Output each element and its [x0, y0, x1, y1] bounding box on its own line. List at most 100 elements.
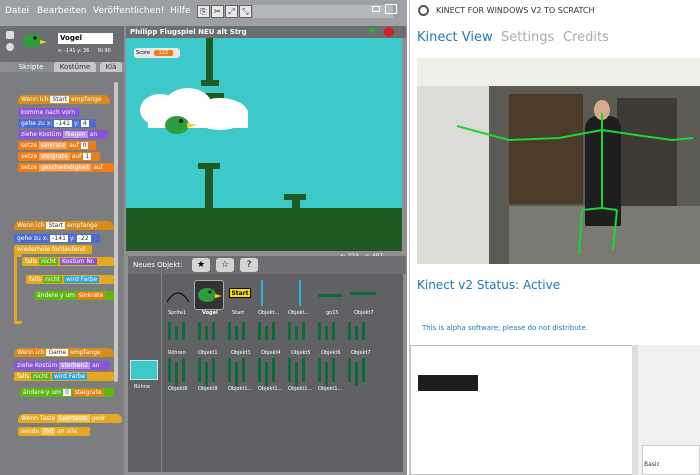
script-block[interactable]: sende Tod an alle	[18, 427, 90, 436]
pipe-sprite-thumbnail[interactable]	[242, 370, 245, 382]
sprite-label: Objekt1...	[288, 386, 313, 392]
tab-sounds[interactable]: Klä	[100, 62, 122, 72]
lock-icon[interactable]	[6, 31, 14, 39]
delete-icon[interactable]: ✂	[211, 5, 224, 18]
sprite-thumbnail-selected[interactable]	[194, 280, 224, 310]
script-block[interactable]: falls nicht wird Farbe	[26, 275, 114, 284]
shrink-icon[interactable]: ⤡	[239, 5, 252, 18]
rotate-icon[interactable]	[6, 43, 14, 51]
new-sprite-label: Neues Objekt:	[133, 261, 183, 269]
script-block[interactable]: wiederhole fortlaufend	[14, 245, 92, 254]
bird-icon[interactable]	[164, 114, 200, 136]
stage-thumbnail[interactable]	[130, 360, 158, 380]
start-sprite-thumbnail[interactable]: Start	[229, 288, 251, 298]
sprite-label: Start	[232, 310, 245, 316]
paint-sprite-icon[interactable]: ★	[192, 258, 210, 272]
sprite-list[interactable]: Bühne Start Sprite1 Vogel Start Objekt..…	[128, 274, 403, 472]
tab-costumes[interactable]: Kostüme	[54, 62, 96, 72]
stage-full-icon[interactable]	[385, 4, 397, 14]
script-block[interactable]: ändere y um 0 steigrate	[20, 388, 114, 397]
pipe-sprite-thumbnail[interactable]	[168, 370, 171, 382]
pipe-sprite-thumbnail[interactable]	[288, 322, 291, 340]
script-block[interactable]: gehe zu x: -141 y: -22	[14, 234, 100, 243]
stage-size-icon[interactable]	[372, 6, 380, 12]
pipe-sprite-thumbnail[interactable]	[228, 370, 231, 382]
sprite-thumbnail[interactable]	[165, 282, 191, 306]
pipe-sprite-thumbnail[interactable]	[272, 370, 275, 382]
tab-scripts[interactable]: Skripte	[14, 62, 48, 72]
menu-help[interactable]: Hilfe	[170, 6, 190, 16]
script-block[interactable]: gehe zu x: -141 y: 4	[18, 119, 96, 128]
script-block[interactable]: Wenn ich Start empfange	[18, 95, 110, 104]
script-block[interactable]: ziehe Kostüm fliegen an	[18, 130, 108, 139]
script-block[interactable]: Wenn ich Start empfange	[14, 221, 114, 230]
script-block[interactable]: ändere y um sinkrate	[34, 291, 114, 300]
pipe-sprite-thumbnail[interactable]	[175, 374, 178, 386]
pipe-sprite-thumbnail[interactable]	[212, 322, 215, 340]
pipe-sprite-thumbnail[interactable]	[355, 326, 358, 340]
random-sprite-icon[interactable]: ?	[240, 258, 258, 272]
menu-edit[interactable]: Bearbeiten	[37, 6, 86, 16]
pipe-sprite-thumbnail[interactable]	[332, 322, 335, 340]
script-block[interactable]: setze sinkrate auf 0	[18, 141, 96, 150]
pipe-sprite-thumbnail[interactable]	[168, 322, 171, 340]
pipe-sprite-thumbnail[interactable]	[265, 374, 268, 386]
pipe-sprite-thumbnail[interactable]	[205, 326, 208, 340]
grow-icon[interactable]: ⤢	[225, 5, 238, 18]
pipe-sprite-thumbnail[interactable]	[175, 326, 178, 340]
tab-kinect-view[interactable]: Kinect View	[417, 30, 493, 45]
sprite-name-field[interactable]: Vogel	[58, 33, 113, 44]
scrollbar[interactable]	[632, 345, 638, 475]
pipe-sprite-thumbnail[interactable]	[235, 374, 238, 386]
pipe-sprite-thumbnail[interactable]	[235, 326, 238, 340]
pipe-sprite-thumbnail[interactable]	[325, 326, 328, 340]
script-block[interactable]: setze geschwindigkeit auf	[18, 163, 114, 172]
pipe-sprite-thumbnail[interactable]	[318, 322, 321, 340]
tab-credits[interactable]: Credits	[563, 30, 609, 45]
script-block[interactable]: Wenn ich Game empfange	[14, 348, 114, 357]
pipe-sprite-thumbnail[interactable]	[258, 322, 261, 340]
scripts-scrollbar[interactable]	[114, 82, 118, 382]
pipe-sprite-thumbnail[interactable]	[295, 326, 298, 340]
pipe-sprite-thumbnail[interactable]	[325, 374, 328, 386]
stage[interactable]: Score 122	[126, 38, 402, 251]
pipe-sprite-thumbnail[interactable]	[228, 322, 231, 340]
pipe-sprite-thumbnail[interactable]	[332, 370, 335, 382]
pipe-sprite-thumbnail[interactable]	[205, 374, 208, 386]
script-block[interactable]: falls nicht wird Farbe	[14, 372, 114, 381]
pipe-sprite-thumbnail[interactable]	[362, 370, 365, 382]
bird-sprite-icon	[198, 288, 222, 302]
stop-icon[interactable]	[384, 27, 394, 37]
pipe-sprite-thumbnail[interactable]	[182, 322, 185, 340]
script-block[interactable]: Wenn Taste Leertaste gedr	[18, 414, 122, 423]
script-block[interactable]: ziehe Kostüm sterben2 an	[14, 361, 110, 370]
script-block[interactable]: setze steigrate auf 1	[18, 152, 100, 161]
pipe-sprite-thumbnail[interactable]	[295, 374, 298, 386]
pipe-sprite-thumbnail[interactable]	[198, 322, 201, 340]
menu-file[interactable]: Datei	[5, 6, 29, 16]
pipe-sprite-thumbnail[interactable]	[318, 370, 321, 382]
alpha-notice: This is alpha software, please do not di…	[422, 324, 589, 332]
pipe-sprite-thumbnail[interactable]	[265, 326, 268, 340]
pipe-sprite-thumbnail[interactable]	[355, 374, 358, 386]
pipe-sprite-thumbnail[interactable]	[302, 370, 305, 382]
pipe-sprite-thumbnail[interactable]	[242, 322, 245, 340]
script-block[interactable]: falls nicht Kostüm Nr.	[22, 257, 114, 266]
menu-share[interactable]: Veröffentlichen!	[93, 6, 164, 16]
pipe-sprite-thumbnail[interactable]	[288, 370, 291, 382]
sprite-label: Objekt1	[198, 350, 218, 356]
pipe-sprite-thumbnail[interactable]	[302, 322, 305, 340]
pipe-sprite-thumbnail[interactable]	[362, 322, 365, 340]
pipe-sprite-thumbnail[interactable]	[182, 370, 185, 382]
pipe-sprite-thumbnail[interactable]	[212, 370, 215, 382]
pipe-sprite-thumbnail[interactable]	[348, 370, 351, 382]
script-block[interactable]: komme nach vorn	[18, 108, 80, 117]
tab-settings[interactable]: Settings	[501, 30, 554, 45]
pipe-sprite-thumbnail[interactable]	[198, 370, 201, 382]
choose-sprite-icon[interactable]: ☆	[216, 258, 234, 272]
pipe-sprite-thumbnail[interactable]	[272, 322, 275, 340]
scripts-area[interactable]: Wenn ich Start empfange komme nach vorn …	[0, 72, 124, 475]
pipe-sprite-thumbnail[interactable]	[258, 370, 261, 382]
duplicate-icon[interactable]: ⎘	[197, 5, 210, 18]
pipe-sprite-thumbnail[interactable]	[348, 322, 351, 340]
